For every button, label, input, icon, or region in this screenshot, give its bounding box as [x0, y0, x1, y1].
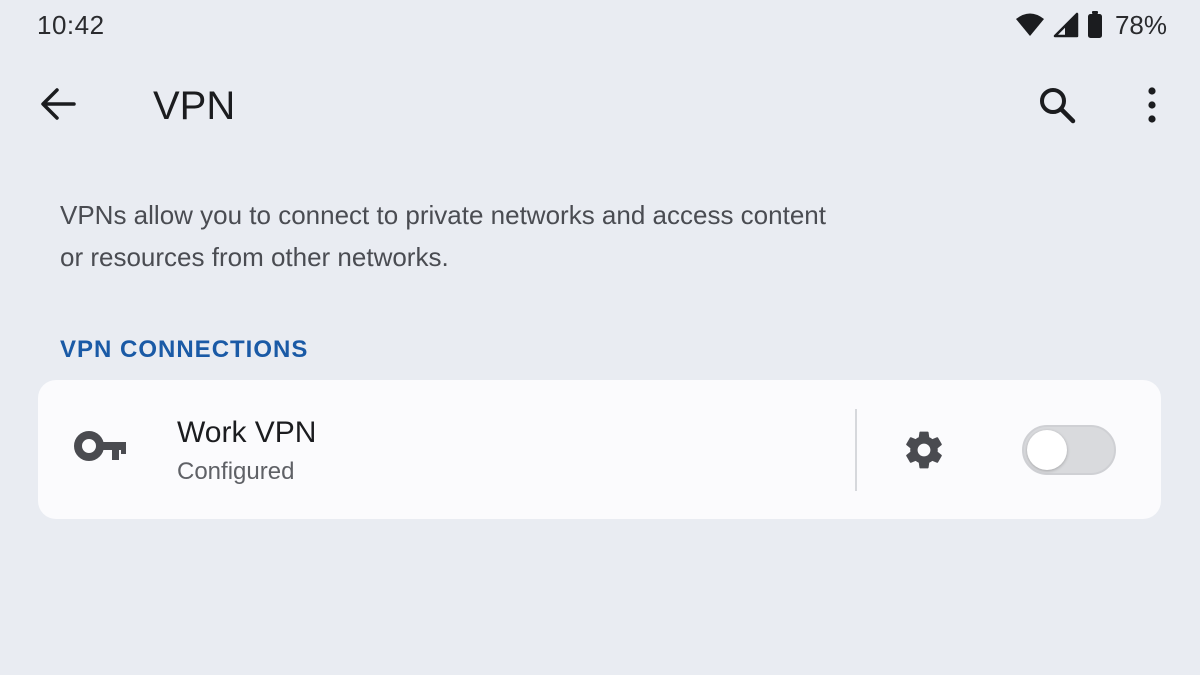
gear-icon [902, 428, 946, 477]
vpn-connection-name: Work VPN [177, 416, 317, 449]
vpn-description: VPNs allow you to connect to private net… [60, 194, 960, 278]
top-app-bar: VPN [0, 62, 1200, 150]
more-options-button[interactable] [1128, 80, 1176, 134]
more-vertical-icon [1147, 86, 1157, 128]
page-title: VPN [153, 84, 236, 128]
search-icon [1038, 86, 1076, 129]
toggle-thumb [1027, 430, 1067, 470]
vpn-settings-button[interactable] [896, 424, 952, 480]
status-bar: 10:42 78% [0, 0, 1200, 50]
divider [855, 409, 857, 491]
description-line-1: VPNs allow you to connect to private net… [60, 200, 826, 230]
status-time: 10:42 [37, 10, 105, 40]
vpn-enable-toggle[interactable] [1022, 425, 1116, 475]
vpn-connection-item[interactable]: Work VPN Configured [38, 380, 856, 519]
battery-percent: 78% [1114, 9, 1167, 40]
wifi-icon [1015, 13, 1045, 37]
key-icon [74, 430, 128, 467]
status-icons: 78% [1015, 10, 1167, 40]
cell-signal-icon [1053, 12, 1079, 38]
back-arrow-icon [40, 87, 76, 125]
vpn-connection-status: Configured [177, 458, 295, 485]
back-button[interactable] [30, 82, 86, 130]
section-header-vpn-connections: VPN CONNECTIONS [60, 336, 309, 363]
vpn-settings-screen: 10:42 78% VPN VPNs allow you to connect … [0, 0, 1200, 675]
vpn-connection-card: Work VPN Configured [38, 380, 1161, 519]
battery-icon [1087, 11, 1103, 39]
description-line-2: or resources from other networks. [60, 242, 449, 272]
search-button[interactable] [1030, 80, 1084, 134]
